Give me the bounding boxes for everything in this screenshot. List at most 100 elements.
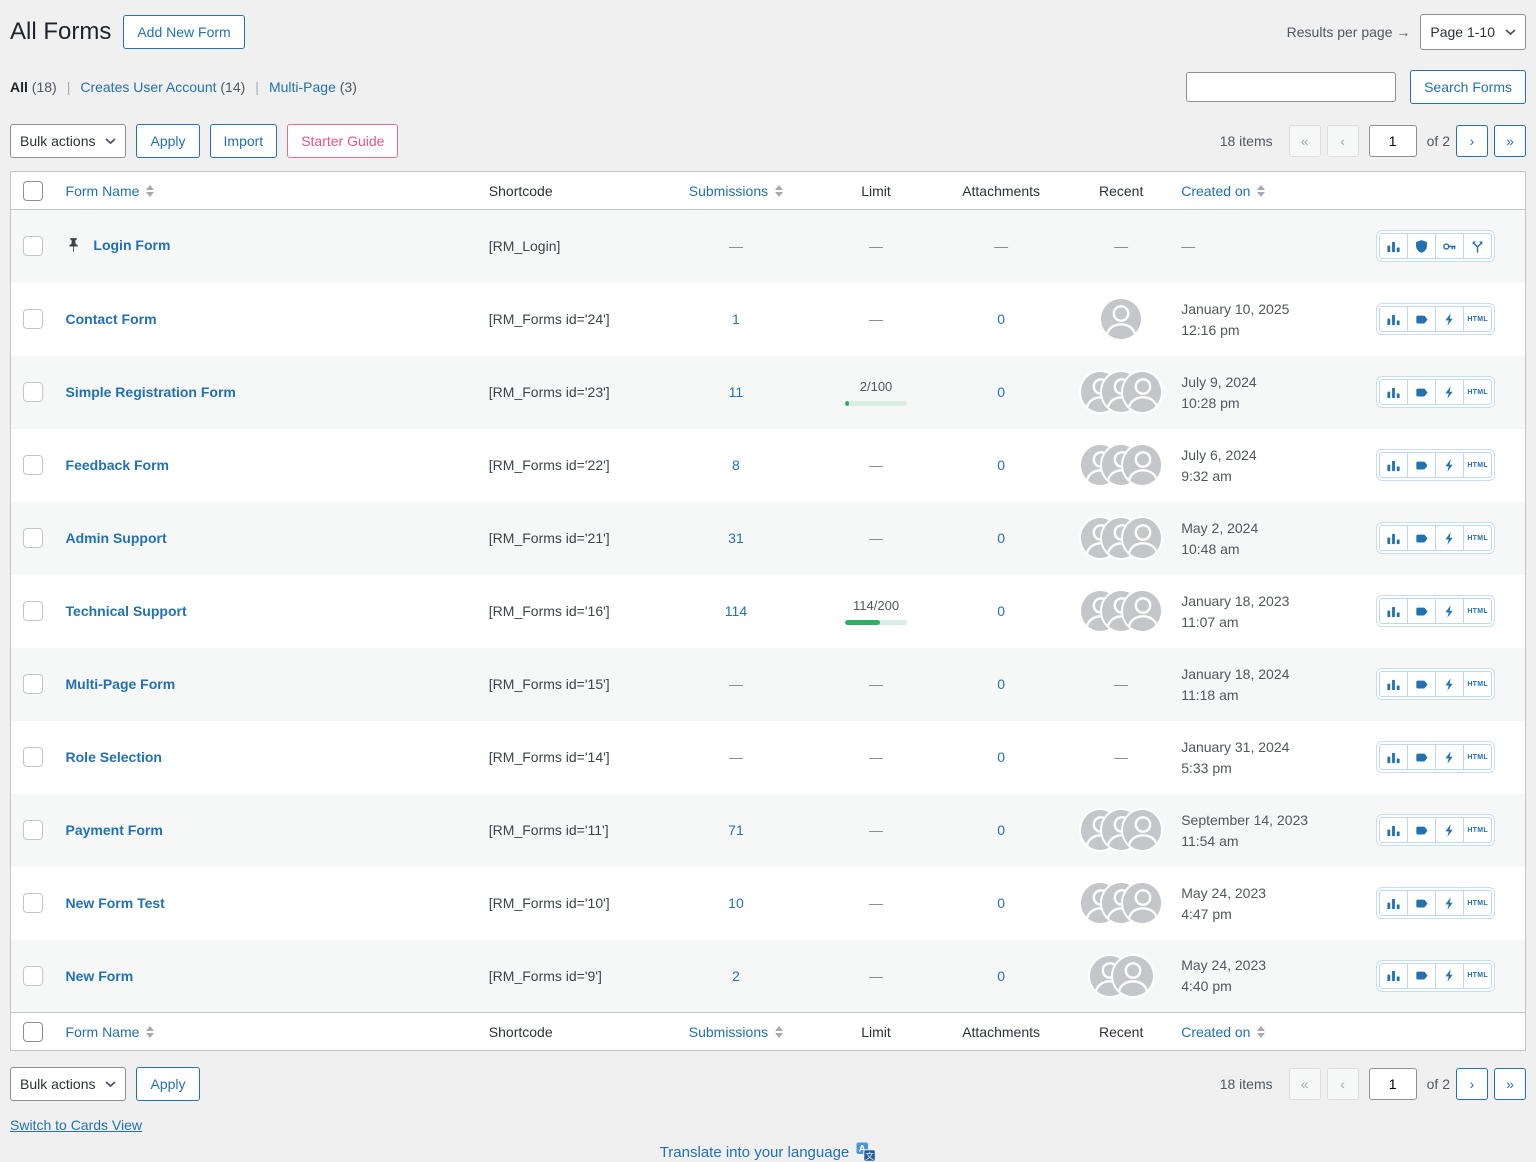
tag-icon[interactable] xyxy=(1407,525,1436,551)
form-name-link[interactable]: Multi-Page Form xyxy=(66,676,176,692)
row-checkbox[interactable] xyxy=(23,528,43,548)
tag-icon[interactable] xyxy=(1407,379,1436,405)
apply-button-bottom[interactable]: Apply xyxy=(136,1067,199,1101)
select-all-checkbox-footer[interactable] xyxy=(23,1022,43,1042)
html-icon[interactable]: HTML xyxy=(1463,379,1492,405)
bolt-icon[interactable] xyxy=(1435,817,1464,843)
tag-icon[interactable] xyxy=(1407,744,1436,770)
attachments-value[interactable]: 0 xyxy=(997,895,1005,911)
html-icon[interactable]: HTML xyxy=(1463,817,1492,843)
row-checkbox[interactable] xyxy=(23,309,43,329)
bolt-icon[interactable] xyxy=(1435,525,1464,551)
html-icon[interactable]: HTML xyxy=(1463,671,1492,697)
tag-icon[interactable] xyxy=(1407,963,1436,989)
prev-page-button-bottom[interactable]: ‹ xyxy=(1327,1068,1359,1100)
sort-submissions-footer[interactable]: Submissions xyxy=(689,1024,783,1040)
bolt-icon[interactable] xyxy=(1435,963,1464,989)
bar-chart-icon[interactable] xyxy=(1379,817,1408,843)
shield-icon[interactable] xyxy=(1407,233,1436,259)
bar-chart-icon[interactable] xyxy=(1379,306,1408,332)
sort-submissions[interactable]: Submissions xyxy=(689,183,783,199)
bolt-icon[interactable] xyxy=(1435,452,1464,478)
bar-chart-icon[interactable] xyxy=(1379,452,1408,478)
bar-chart-icon[interactable] xyxy=(1379,963,1408,989)
form-name-link[interactable]: Payment Form xyxy=(66,822,163,838)
row-checkbox[interactable] xyxy=(23,966,43,986)
row-checkbox[interactable] xyxy=(23,382,43,402)
tag-icon[interactable] xyxy=(1407,598,1436,624)
bolt-icon[interactable] xyxy=(1435,744,1464,770)
form-name-link[interactable]: Login Form xyxy=(93,237,170,253)
sort-form-name[interactable]: Form Name xyxy=(66,183,155,199)
row-checkbox[interactable] xyxy=(23,455,43,475)
row-checkbox[interactable] xyxy=(23,747,43,767)
page-range-select[interactable]: Page 1-10 xyxy=(1420,14,1526,50)
attachments-value[interactable]: 0 xyxy=(997,676,1005,692)
attachments-value[interactable]: 0 xyxy=(997,968,1005,984)
add-new-form-button[interactable]: Add New Form xyxy=(123,15,244,49)
bar-chart-icon[interactable] xyxy=(1379,598,1408,624)
apply-button-top[interactable]: Apply xyxy=(136,124,199,158)
next-page-button[interactable]: › xyxy=(1456,125,1488,157)
form-name-link[interactable]: Feedback Form xyxy=(66,457,169,473)
starter-guide-button[interactable]: Starter Guide xyxy=(287,124,398,158)
switch-to-cards-view-link[interactable]: Switch to Cards View xyxy=(10,1117,142,1133)
form-name-link[interactable]: New Form Test xyxy=(66,895,165,911)
last-page-button[interactable]: » xyxy=(1494,125,1526,157)
search-forms-button[interactable]: Search Forms xyxy=(1410,70,1526,104)
submissions-value[interactable]: 11 xyxy=(729,384,744,400)
html-icon[interactable]: HTML xyxy=(1463,744,1492,770)
html-icon[interactable]: HTML xyxy=(1463,306,1492,332)
form-name-link[interactable]: Technical Support xyxy=(66,603,187,619)
first-page-button-bottom[interactable]: « xyxy=(1289,1068,1321,1100)
search-input[interactable] xyxy=(1186,72,1396,102)
submissions-value[interactable]: 114 xyxy=(725,603,747,619)
tag-icon[interactable] xyxy=(1407,817,1436,843)
last-page-button-bottom[interactable]: » xyxy=(1494,1068,1526,1100)
bolt-icon[interactable] xyxy=(1435,890,1464,916)
split-arrows-icon[interactable] xyxy=(1463,233,1492,259)
bolt-icon[interactable] xyxy=(1435,598,1464,624)
row-checkbox[interactable] xyxy=(23,236,43,256)
html-icon[interactable]: HTML xyxy=(1463,598,1492,624)
attachments-value[interactable]: 0 xyxy=(997,311,1005,327)
select-all-checkbox[interactable] xyxy=(23,181,43,201)
bar-chart-icon[interactable] xyxy=(1379,890,1408,916)
sort-created-on[interactable]: Created on xyxy=(1181,183,1265,199)
import-button[interactable]: Import xyxy=(210,124,278,158)
bolt-icon[interactable] xyxy=(1435,671,1464,697)
tag-icon[interactable] xyxy=(1407,671,1436,697)
submissions-value[interactable]: 31 xyxy=(728,530,744,546)
current-page-input-bottom[interactable] xyxy=(1369,1068,1417,1100)
submissions-value[interactable]: 10 xyxy=(728,895,744,911)
row-checkbox[interactable] xyxy=(23,674,43,694)
row-checkbox[interactable] xyxy=(23,893,43,913)
bolt-icon[interactable] xyxy=(1435,379,1464,405)
filter-creates-user-account[interactable]: Creates User Account xyxy=(80,79,216,95)
prev-page-button[interactable]: ‹ xyxy=(1327,125,1359,157)
filter-multi-page[interactable]: Multi-Page xyxy=(269,79,336,95)
tag-icon[interactable] xyxy=(1407,890,1436,916)
row-checkbox[interactable] xyxy=(23,601,43,621)
submissions-value[interactable]: 8 xyxy=(732,457,740,473)
html-icon[interactable]: HTML xyxy=(1463,890,1492,916)
form-name-link[interactable]: Admin Support xyxy=(66,530,167,546)
tag-icon[interactable] xyxy=(1407,306,1436,332)
form-name-link[interactable]: Simple Registration Form xyxy=(66,384,236,400)
form-name-link[interactable]: New Form xyxy=(66,968,134,984)
submissions-value[interactable]: 71 xyxy=(728,822,744,838)
translate-icon[interactable]: A文 xyxy=(856,1142,876,1162)
attachments-value[interactable]: 0 xyxy=(997,530,1005,546)
current-page-input[interactable] xyxy=(1369,125,1417,157)
html-icon[interactable]: HTML xyxy=(1463,452,1492,478)
bar-chart-icon[interactable] xyxy=(1379,379,1408,405)
sort-form-name-footer[interactable]: Form Name xyxy=(66,1024,155,1040)
bulk-actions-select-bottom[interactable]: Bulk actions xyxy=(10,1067,126,1101)
bar-chart-icon[interactable] xyxy=(1379,744,1408,770)
first-page-button[interactable]: « xyxy=(1289,125,1321,157)
bar-chart-icon[interactable] xyxy=(1379,525,1408,551)
sort-created-on-footer[interactable]: Created on xyxy=(1181,1024,1265,1040)
next-page-button-bottom[interactable]: › xyxy=(1456,1068,1488,1100)
attachments-value[interactable]: 0 xyxy=(997,749,1005,765)
submissions-value[interactable]: 1 xyxy=(732,311,740,327)
